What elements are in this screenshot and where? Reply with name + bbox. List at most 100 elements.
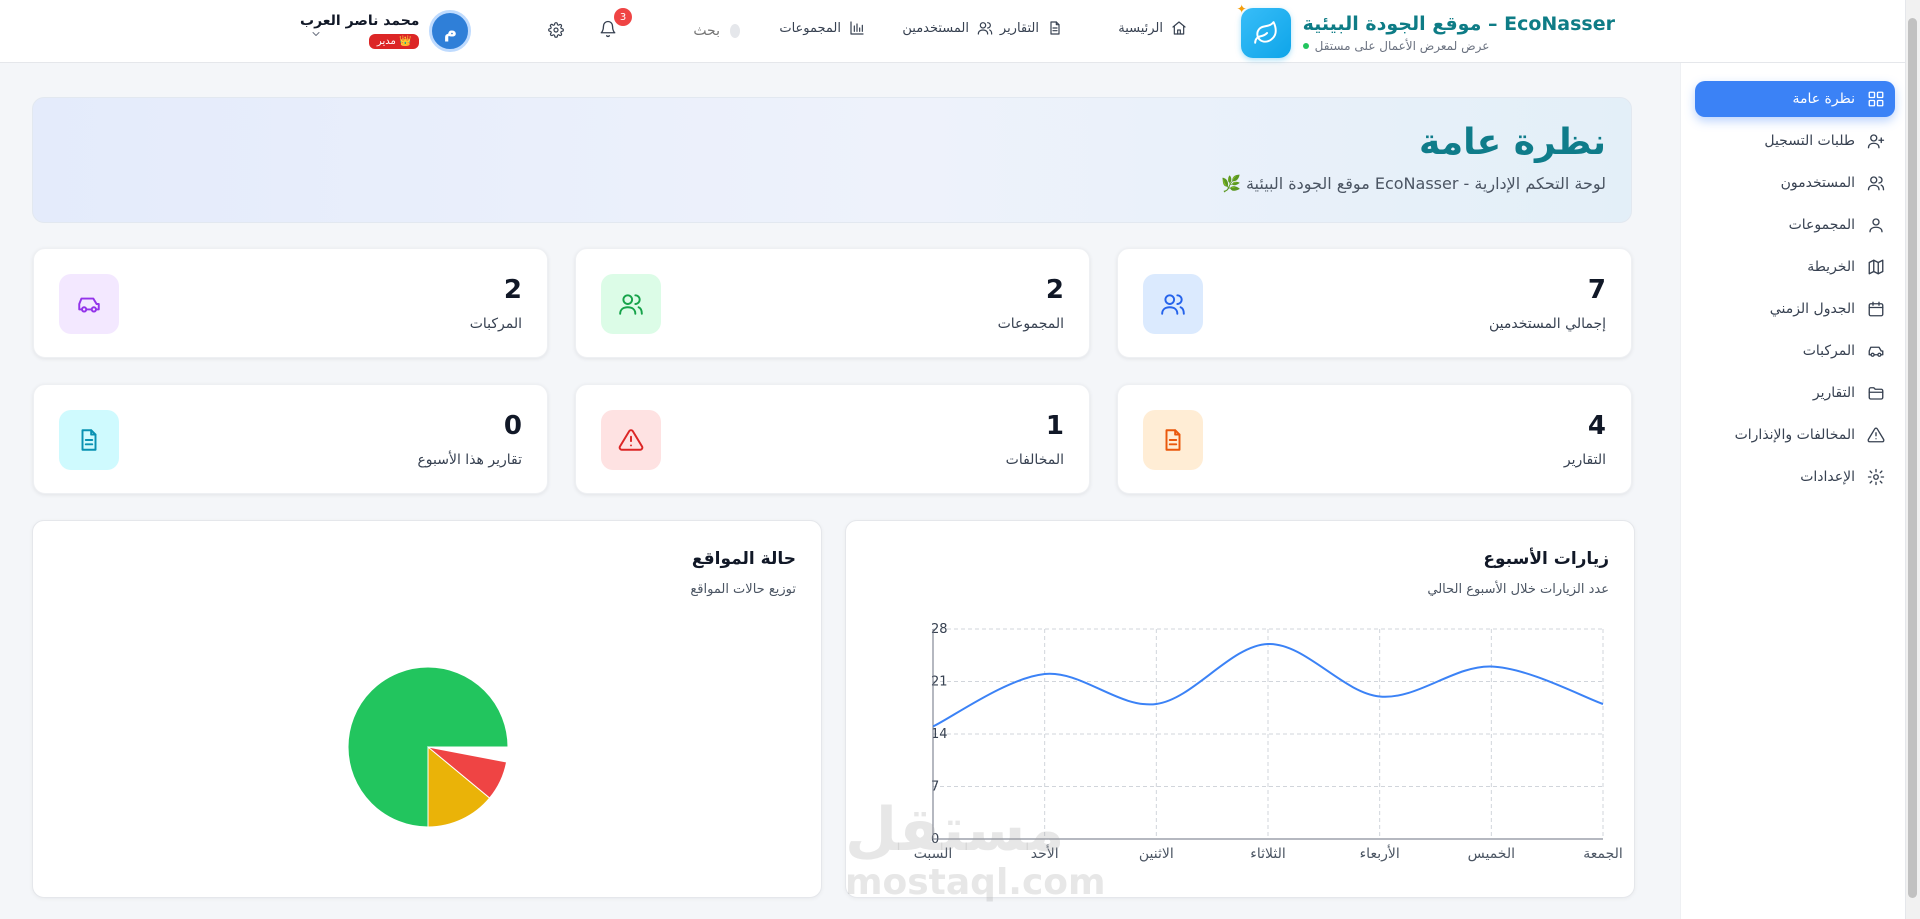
- sidebar-item-label: التقارير: [1812, 385, 1855, 401]
- sidebar-item-label: المجموعات: [1788, 217, 1855, 233]
- stat-card-weekly-reports[interactable]: 0 تقارير هذا الأسبوع: [33, 384, 548, 494]
- stat-value: 2: [1045, 275, 1064, 305]
- warning-icon: [1867, 427, 1885, 443]
- leaf-logo-icon: ✦: [1237, 2, 1291, 58]
- sidebar-item-reports[interactable]: التقارير: [1695, 375, 1895, 411]
- notification-count-badge: 3: [614, 8, 632, 26]
- leaf-icon: 🌿: [1220, 174, 1241, 193]
- nav-home[interactable]: الرئيسية: [1118, 20, 1187, 36]
- grid-icon: [1868, 91, 1884, 107]
- brand-subtitle: عرض لمعرض الأعمال على مستقل: [1302, 39, 1615, 53]
- weekly-visits-panel: زيارات الأسبوع عدد الزيارات خلال الأسبوع…: [845, 520, 1635, 898]
- car-icon: [1868, 346, 1884, 357]
- map-icon: [1868, 259, 1884, 275]
- sidebar-item-vehicles[interactable]: المركبات: [1695, 333, 1895, 369]
- sidebar-item-schedule[interactable]: الجدول الزمني: [1695, 291, 1895, 327]
- bell-icon: [600, 20, 616, 38]
- users-icon: [977, 22, 993, 35]
- y-tick-label: 7: [931, 780, 939, 795]
- online-dot: [1302, 43, 1309, 49]
- stat-label: المركبات: [469, 316, 522, 332]
- nav-reports[interactable]: التقارير: [1000, 20, 1063, 36]
- home-icon: [1172, 21, 1186, 35]
- users-icon: [1143, 274, 1203, 334]
- sparkle-icon: ✦: [1236, 2, 1247, 16]
- x-tick-label: الأحد: [1031, 844, 1059, 862]
- stat-label: التقارير: [1563, 452, 1606, 468]
- page-title: نظرة عامة: [1419, 122, 1606, 163]
- brand[interactable]: EcoNasser – موقع الجودة البيئية عرض لمعر…: [1237, 2, 1615, 58]
- stat-card-violations[interactable]: 1 المخالفات: [575, 384, 1090, 494]
- sidebar-item-overview[interactable]: نظرة عامة: [1695, 81, 1895, 117]
- stat-label: المخالفات: [1005, 452, 1064, 468]
- nav-reports-label: التقارير: [999, 20, 1039, 36]
- stat-label: إجمالي المستخدمين: [1488, 316, 1606, 332]
- x-tick-label: الجمعة: [1583, 846, 1623, 862]
- search-input[interactable]: [660, 23, 720, 39]
- sidebar-item-registration-requests[interactable]: طلبات التسجيل: [1695, 123, 1895, 159]
- stat-card-groups[interactable]: 2 المجموعات: [575, 248, 1090, 358]
- x-tick-label: الاثنين: [1139, 846, 1174, 862]
- sidebar-item-label: الخريطة: [1807, 259, 1855, 275]
- stat-label: المجموعات: [997, 316, 1064, 332]
- notifications-button[interactable]: 3: [597, 8, 632, 40]
- nav-groups-label: المجموعات: [779, 20, 841, 36]
- user-name: محمد ناصر العرب: [300, 13, 420, 29]
- x-tick-label: الخميس: [1468, 846, 1515, 862]
- sidebar-item-label: المخالفات والإنذارات: [1734, 427, 1855, 443]
- x-tick-label: السبت: [914, 846, 953, 862]
- brand-title: EcoNasser – موقع الجودة البيئية: [1302, 13, 1615, 35]
- x-tick-label: الثلاثاء: [1250, 846, 1285, 862]
- stat-label: تقارير هذا الأسبوع: [417, 452, 522, 468]
- chevron-down-icon[interactable]: [310, 28, 322, 40]
- user-menu[interactable]: م محمد ناصر العرب 👑 مدير: [300, 10, 472, 52]
- folder-icon: [1868, 387, 1884, 400]
- site-status-pie-chart: [347, 666, 509, 828]
- weekly-visits-chart: 07142128السبت الأحد الاثنين الثلاثاء الأربعا…: [914, 622, 1623, 862]
- user-plus-icon: [1867, 134, 1885, 149]
- warning-icon: [601, 410, 661, 470]
- page-subtitle: لوحة التحكم الإدارية - EcoNasser موقع ال…: [1221, 174, 1606, 193]
- stat-value: 7: [1587, 275, 1606, 305]
- sidebar-item-groups[interactable]: المجموعات: [1695, 207, 1895, 243]
- gear-icon: [1867, 468, 1885, 486]
- stat-value: 2: [503, 275, 522, 305]
- overview-banner: نظرة عامة لوحة التحكم الإدارية - EcoNass…: [32, 97, 1632, 223]
- sidebar-item-label: الإعدادات: [1800, 469, 1855, 485]
- stat-card-reports[interactable]: 4 التقارير: [1117, 384, 1632, 494]
- page-scrollbar[interactable]: [1905, 0, 1920, 919]
- sidebar-item-label: المركبات: [1802, 343, 1855, 359]
- brand-text: EcoNasser – موقع الجودة البيئية عرض لمعر…: [1302, 13, 1615, 53]
- sidebar: نظرة عامة طلبات التسجيل المستخدمون المجم…: [1680, 63, 1905, 919]
- stat-value: 4: [1587, 411, 1606, 441]
- sidebar-item-label: طلبات التسجيل: [1764, 133, 1855, 149]
- search-box[interactable]: [650, 14, 750, 48]
- sidebar-item-violations[interactable]: المخالفات والإنذارات: [1695, 417, 1895, 453]
- brand-subtitle-text: عرض لمعرض الأعمال على مستقل: [1314, 39, 1490, 53]
- stat-card-total-users[interactable]: 7 إجمالي المستخدمين: [1117, 248, 1632, 358]
- users-icon: [1867, 176, 1885, 191]
- top-header: EcoNasser – موقع الجودة البيئية عرض لمعر…: [0, 0, 1905, 63]
- role-badge: 👑 مدير: [368, 34, 420, 49]
- nav-groups[interactable]: المجموعات: [779, 20, 865, 36]
- sidebar-item-label: نظرة عامة: [1792, 91, 1855, 107]
- scrollbar-thumb[interactable]: [1908, 18, 1917, 898]
- nav-users[interactable]: المستخدمين: [902, 20, 993, 36]
- sidebar-item-label: الجدول الزمني: [1769, 301, 1855, 317]
- sidebar-item-label: المستخدمون: [1780, 175, 1855, 191]
- calendar-icon: [1868, 301, 1884, 317]
- file-icon: [59, 410, 119, 470]
- stat-value: 0: [503, 411, 522, 441]
- users-icon: [601, 274, 661, 334]
- nav-users-label: المستخدمين: [902, 20, 969, 36]
- bar-chart-icon: [850, 21, 864, 35]
- sidebar-item-users[interactable]: المستخدمون: [1695, 165, 1895, 201]
- sidebar-item-map[interactable]: الخريطة: [1695, 249, 1895, 285]
- settings-button[interactable]: [546, 22, 564, 40]
- sidebar-item-settings[interactable]: الإعدادات: [1695, 459, 1895, 495]
- stat-value: 1: [1045, 411, 1064, 441]
- stat-card-vehicles[interactable]: 2 المركبات: [33, 248, 548, 358]
- x-tick-label: الأربعاء: [1360, 844, 1400, 862]
- page-subtitle-text: لوحة التحكم الإدارية - EcoNasser موقع ال…: [1245, 174, 1606, 193]
- search-icon: [730, 24, 740, 38]
